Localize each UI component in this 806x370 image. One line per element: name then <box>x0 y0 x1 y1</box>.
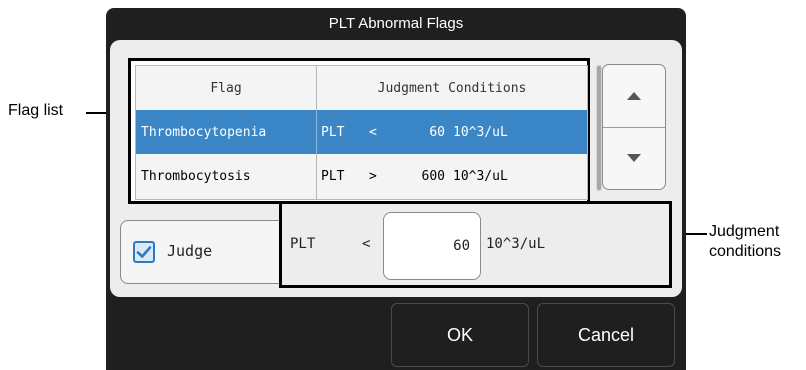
flag-condition: PLT < 60 10^3/uL <box>317 110 587 154</box>
condition-operator: < <box>369 124 377 140</box>
flag-condition: PLT > 600 10^3/uL <box>317 154 587 199</box>
cancel-button[interactable]: Cancel <box>537 303 675 367</box>
condition-value-input[interactable]: 60 <box>383 212 481 280</box>
condition-value: 600 <box>421 169 445 184</box>
condition-unit: 10^3/uL <box>453 169 508 184</box>
checkmark-icon <box>136 246 152 258</box>
scroll-down-button[interactable] <box>603 127 665 189</box>
dialog-title: PLT Abnormal Flags <box>328 15 464 32</box>
judge-toggle-button[interactable]: Judge <box>120 220 288 284</box>
callout-judgment-line2: conditions <box>709 243 782 260</box>
judgment-conditions-highlight: PLT < 60 10^3/uL <box>279 201 672 288</box>
table-row-thrombocytopenia[interactable]: Thrombocytopenia PLT < 60 10^3/uL <box>136 110 587 154</box>
scroll-up-button[interactable] <box>603 65 665 128</box>
ok-button[interactable]: OK <box>391 303 529 367</box>
settings-panel: Flag Judgment Conditions Thrombocytopeni… <box>110 40 682 297</box>
flag-name: Thrombocytopenia <box>136 110 317 154</box>
header-judgment-conditions: Judgment Conditions <box>377 80 527 96</box>
triangle-down-icon <box>627 154 641 162</box>
scrollbar-thumb[interactable] <box>597 66 601 190</box>
triangle-up-icon <box>627 92 641 100</box>
condition-param: PLT <box>321 124 345 140</box>
condition-param: PLT <box>321 169 345 184</box>
condition-unit-label: 10^3/uL <box>486 236 546 252</box>
table-row-thrombocytosis[interactable]: Thrombocytosis PLT > 600 10^3/uL <box>136 154 587 199</box>
callout-judgment-line1: Judgment <box>709 223 780 240</box>
flag-name: Thrombocytosis <box>136 154 317 199</box>
condition-unit: 10^3/uL <box>453 124 508 140</box>
flag-table: Flag Judgment Conditions Thrombocytopeni… <box>135 65 588 200</box>
scroll-buttons <box>602 64 666 190</box>
header-flag: Flag <box>136 66 317 110</box>
condition-operator-label: < <box>362 236 371 252</box>
condition-value: 60 <box>429 124 445 140</box>
callout-flag-list: Flag list <box>8 102 64 119</box>
callout-judgment-conditions: Judgment conditions <box>709 222 781 262</box>
judge-checkbox[interactable] <box>133 241 155 263</box>
table-header: Flag Judgment Conditions <box>136 66 587 111</box>
condition-param-label: PLT <box>290 236 316 252</box>
plt-abnormal-flags-dialog: PLT Abnormal Flags Flag Judgment Conditi… <box>106 8 686 370</box>
condition-operator: > <box>369 169 377 184</box>
judge-label: Judge <box>167 242 213 260</box>
flag-list-highlight: Flag Judgment Conditions Thrombocytopeni… <box>128 58 590 204</box>
